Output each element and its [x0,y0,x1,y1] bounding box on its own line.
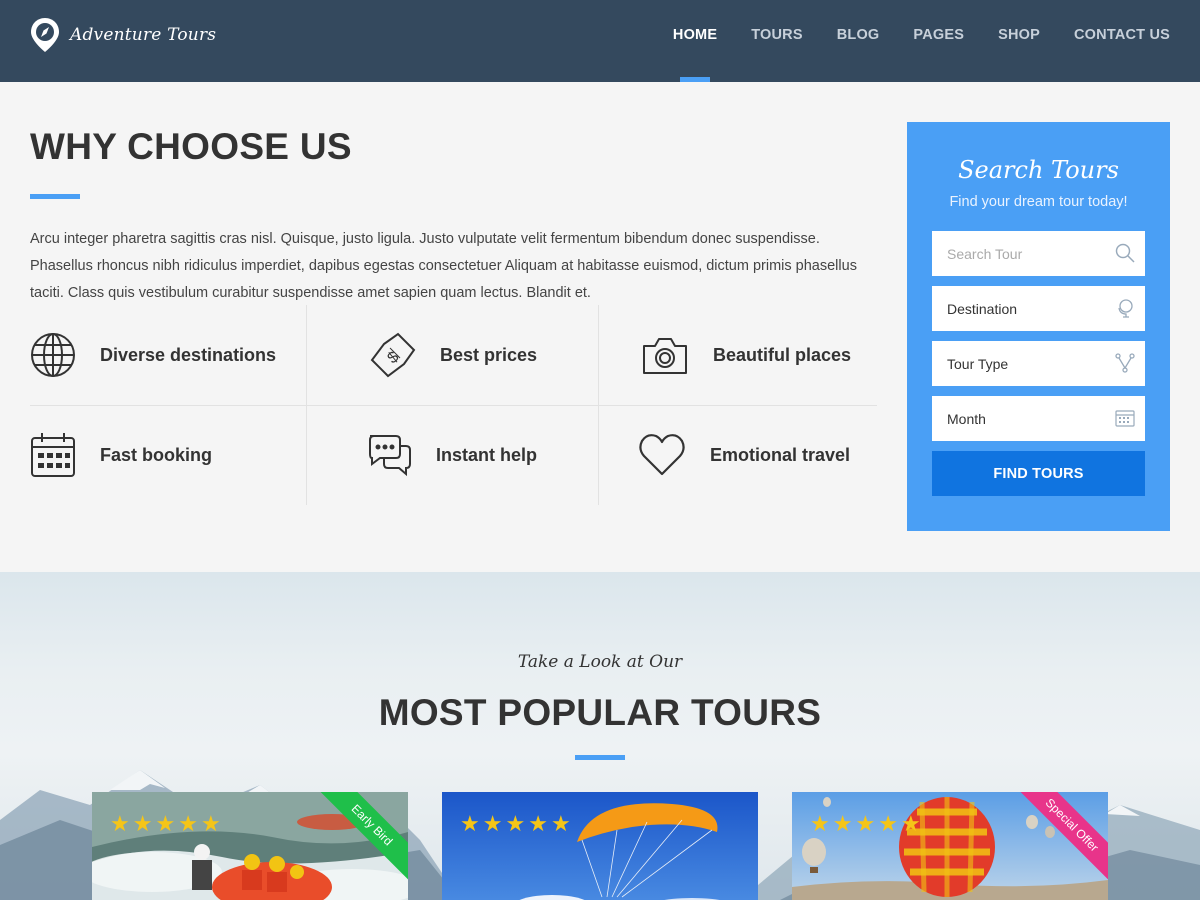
calendar-icon [31,433,75,477]
star-icon: ★ [460,812,480,837]
feature-label: Best prices [440,344,538,365]
title-divider [575,755,625,760]
tour-card-paragliding[interactable]: ★ ★ ★ ★ ★ [442,792,758,900]
star-icon: ★ [132,812,153,837]
star-icon: ★ [505,812,526,837]
chat-icon [369,435,411,477]
why-title: WHY CHOOSE US [30,126,352,167]
star-icon: ★ [155,812,176,837]
title-divider [30,194,80,199]
nav-home-label: HOME [672,27,718,43]
search-title: Search Tours [958,156,1119,184]
star-icon: ★ [200,812,221,837]
star-icon: ★ [178,812,198,837]
star-icon: ★ [855,812,876,837]
why-description: Arcu integer pharetra sagittis cras nisl… [30,231,857,301]
rating-stars: ★ ★ ★ ★ ★ [110,814,224,836]
nav-active-indicator [680,77,711,82]
main-nav: HOME TOURS BLOG PAGES SHOP CONTACT US [639,0,1170,82]
month-value: Month [947,410,986,427]
rating-stars: ★ ★ ★ ★ ★ [810,814,924,836]
feature-beautiful-places: Beautiful places [641,305,851,405]
feature-label: Diverse destinations [100,344,277,365]
tour-card-rafting[interactable]: ★ ★ ★ ★ ★ Early Bird [92,792,408,900]
find-tours-button[interactable]: FIND TOURS [932,451,1145,496]
nav-tours[interactable]: TOURS [751,0,803,82]
popular-tours-section: Take a Look at Our MOST POPULAR TOURS ★ ★… [0,572,1200,900]
globe-icon [31,333,75,377]
destination-value: Destination [947,300,1018,317]
star-icon: ★ [810,812,830,837]
feature-label: Instant help [436,444,538,465]
popular-subtitle: Take a Look at Our [517,652,683,672]
feature-label: Emotional travel [710,444,851,465]
feature-fast-booking: Fast booking [30,405,212,505]
star-icon: ★ [900,812,921,837]
heart-icon [639,434,685,476]
search-subtitle: Find your dream tour today! [949,194,1128,210]
nav-shop[interactable]: SHOP [998,0,1040,82]
nav-tours-label: TOURS [751,27,803,43]
logo-text: Adventure Tours [70,25,217,45]
nav-blog-label: BLOG [836,27,880,43]
search-icon [1115,243,1135,263]
feature-instant-help: Instant help [366,405,537,505]
star-icon: ★ [878,812,898,837]
tour-card-hot-air-balloon[interactable]: ★ ★ ★ ★ ★ Special Offer [792,792,1108,900]
feature-best-prices: $ Best prices [370,305,537,405]
nav-contact-label: CONTACT US [1074,27,1170,43]
search-tour-placeholder: Search Tour [947,245,1023,262]
price-tag-icon: $ [370,332,416,378]
map-pin-compass-icon [31,18,59,52]
logo[interactable]: Adventure Tours [30,17,216,53]
calendar-icon [1115,410,1135,427]
site-header: Adventure Tours HOME TOURS BLOG PAGES SH… [0,0,1200,82]
tour-type-value: Tour Type [947,355,1009,372]
search-tour-input[interactable]: Search Tour [932,231,1145,276]
tour-type-select[interactable]: Tour Type [932,341,1145,386]
feature-label: Beautiful places [713,344,852,365]
nav-home[interactable]: HOME [673,0,717,82]
search-tours-panel: Search Tours Find your dream tour today!… [907,122,1170,531]
camera-icon [643,338,687,374]
features-grid: Diverse destinations $ Best prices Beaut… [30,305,877,505]
popular-title: MOST POPULAR TOURS [378,692,822,733]
star-icon: ★ [110,812,130,837]
branch-icon [1115,353,1135,373]
feature-diverse-destinations: Diverse destinations [30,305,276,405]
nav-pages-label: PAGES [913,27,965,43]
star-icon: ★ [482,812,503,837]
destination-select[interactable]: Destination [932,286,1145,331]
rating-stars: ★ ★ ★ ★ ★ [460,814,574,836]
globe-pin-icon [1118,299,1133,318]
month-select[interactable]: Month [932,396,1145,441]
feature-emotional-travel: Emotional travel [638,405,850,505]
nav-contact[interactable]: CONTACT US [1074,0,1170,82]
star-icon: ★ [832,812,853,837]
feature-label: Fast booking [100,444,212,465]
tour-image-paragliding [442,792,758,900]
nav-shop-label: SHOP [998,27,1041,43]
nav-pages[interactable]: PAGES [913,0,964,82]
nav-blog[interactable]: BLOG [837,0,880,82]
star-icon: ★ [528,812,548,837]
star-icon: ★ [550,812,571,837]
